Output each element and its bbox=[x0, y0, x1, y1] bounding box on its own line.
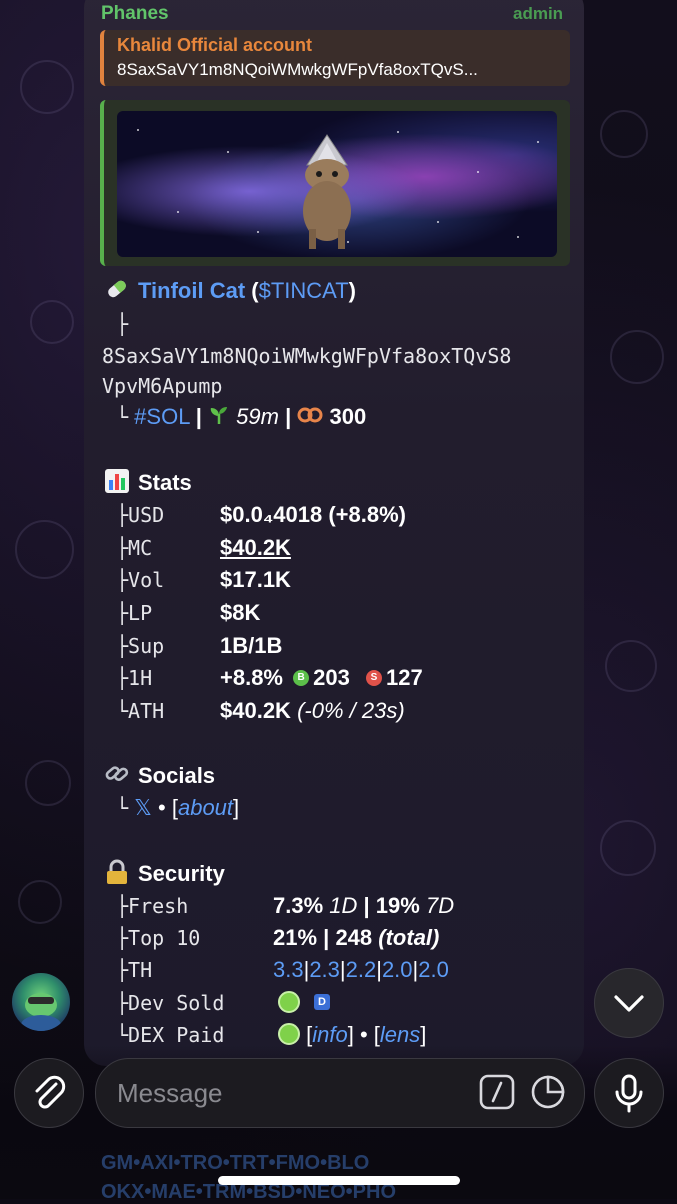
preview-image[interactable] bbox=[117, 111, 557, 257]
security-value-fresh: 7.3% 1D | 19% 7D bbox=[273, 893, 455, 918]
sticker-button[interactable] bbox=[530, 1074, 566, 1115]
buy-badge-icon: B bbox=[293, 669, 310, 686]
security-value-th: 3.3|2.3|2.2|2.0|2.0 bbox=[273, 957, 449, 982]
chain-link-icon bbox=[297, 405, 323, 431]
th-link-4[interactable]: 2.0 bbox=[382, 957, 413, 982]
security-row-top10: ├Top 10 bbox=[116, 926, 201, 950]
th-link-3[interactable]: 2.2 bbox=[346, 957, 377, 982]
x-social-link[interactable]: 𝕏 bbox=[134, 795, 152, 820]
sticker-icon bbox=[531, 1075, 565, 1109]
voice-button[interactable] bbox=[594, 1058, 664, 1128]
token-address-line2[interactable]: VpvM6Apump bbox=[102, 374, 222, 398]
th-link-1[interactable]: 3.3 bbox=[273, 957, 304, 982]
stats-row-usd: ├USD bbox=[116, 503, 165, 527]
admin-badge: admin bbox=[513, 4, 564, 23]
faded-links-line1: GM•AXI•TRO•TRT•FMO•BLO bbox=[101, 1152, 370, 1174]
sender-name[interactable]: Phanes bbox=[101, 3, 169, 25]
info-link[interactable]: info bbox=[312, 1022, 347, 1047]
token-ticker-link[interactable]: $TINCAT bbox=[259, 278, 349, 303]
stats-value-1h: +8.8% B 203 S 127 bbox=[220, 665, 423, 690]
chain-hashtag[interactable]: #SOL bbox=[134, 404, 189, 429]
scroll-down-button[interactable] bbox=[594, 968, 664, 1038]
paperclip-icon bbox=[35, 1075, 66, 1109]
slash-command-icon bbox=[479, 1074, 515, 1110]
lock-icon bbox=[104, 859, 130, 891]
stats-value-sup: 1B/1B bbox=[220, 633, 283, 658]
security-value-dev-sold: D bbox=[278, 990, 330, 1017]
pill-icon bbox=[104, 276, 130, 308]
stats-value-usd: $0.0₄4018 (+8.8%) bbox=[220, 502, 407, 527]
reply-text: 8SaxSaVY1m8NQoiWMwkgWFpVfa8oxTQvS... bbox=[117, 60, 478, 79]
stats-row-mc: ├MC bbox=[116, 536, 153, 560]
token-name-link[interactable]: Tinfoil Cat bbox=[138, 278, 245, 303]
tree-branch: ├ bbox=[116, 312, 129, 336]
stats-value-ath: $40.2K (-0% / 23s) bbox=[220, 698, 405, 723]
cat-image bbox=[303, 134, 351, 249]
stats-row-sup: ├Sup bbox=[116, 634, 165, 658]
reply-title: Khalid Official account bbox=[117, 35, 313, 55]
bar-chart-icon bbox=[104, 468, 130, 500]
stats-value-vol: $17.1K bbox=[220, 567, 291, 592]
dev-d-icon[interactable]: D bbox=[314, 994, 330, 1011]
stats-row-ath: └ATH bbox=[116, 699, 165, 723]
stats-row-1h: ├1H bbox=[116, 666, 153, 690]
security-heading: Security bbox=[104, 859, 225, 891]
holder-count: 300 bbox=[329, 404, 367, 429]
seedling-icon bbox=[208, 404, 230, 432]
microphone-icon bbox=[615, 1074, 643, 1113]
security-row-th: ├TH bbox=[116, 958, 153, 982]
security-row-dev-sold: ├Dev Sold bbox=[116, 991, 225, 1015]
th-link-2[interactable]: 2.3 bbox=[309, 957, 340, 982]
green-circle-icon bbox=[278, 1023, 300, 1046]
lens-link[interactable]: lens bbox=[380, 1022, 420, 1047]
market-cap-link[interactable]: $40.2K bbox=[220, 535, 291, 561]
stats-row-lp: ├LP bbox=[116, 601, 153, 625]
stats-value-lp: $8K bbox=[220, 600, 261, 625]
socials-heading: Socials bbox=[104, 761, 215, 793]
chevron-down-icon bbox=[614, 995, 644, 1012]
home-indicator bbox=[218, 1176, 460, 1185]
message-placeholder: Message bbox=[117, 1078, 223, 1108]
security-value-top10: 21% | 248 (total) bbox=[273, 925, 440, 950]
about-link[interactable]: about bbox=[178, 795, 233, 820]
stats-row-vol: ├Vol bbox=[116, 568, 165, 592]
stats-heading: Stats bbox=[104, 468, 192, 500]
link-icon bbox=[104, 761, 130, 793]
token-age: 59m bbox=[236, 404, 279, 429]
security-row-fresh: ├Fresh bbox=[116, 894, 189, 918]
attach-button[interactable] bbox=[14, 1058, 84, 1128]
token-header: Tinfoil Cat ($TINCAT) bbox=[104, 276, 356, 308]
sell-badge-icon: S bbox=[365, 669, 382, 686]
socials-row: └ 𝕏 • [about] bbox=[116, 795, 240, 820]
command-button[interactable] bbox=[479, 1074, 515, 1115]
token-address-line1[interactable]: 8SaxSaVY1m8NQoiWMwkgWFpVfa8oxTQvS8 bbox=[102, 344, 511, 368]
sender-avatar[interactable] bbox=[12, 973, 70, 1031]
green-circle-icon bbox=[278, 991, 300, 1014]
token-meta-row: └ #SOL | 59m | 300 bbox=[116, 404, 366, 432]
th-link-5[interactable]: 2.0 bbox=[418, 957, 449, 982]
